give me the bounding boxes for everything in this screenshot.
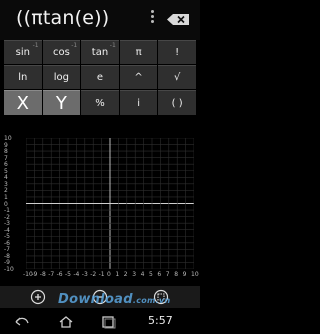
x-variable-key[interactable]: X	[4, 90, 42, 115]
key-label: e	[96, 72, 104, 83]
key-label: π	[135, 47, 142, 58]
function-keypad: sin -1 cos -1 tan -1 π ! ln log e ^ √ X Y %…	[4, 40, 196, 116]
x-tick-label: -9	[31, 271, 38, 278]
x-tick-label: -5	[65, 271, 71, 278]
watermark-suffix: .com.vn	[132, 296, 171, 305]
x-tick-label: 1	[115, 271, 120, 278]
x-tick-label: 8	[174, 271, 179, 278]
key-label: ( )	[171, 97, 183, 109]
x-tick-label: 5	[149, 271, 153, 278]
percent-key[interactable]: %	[81, 90, 119, 115]
inverse-marker: -1	[109, 42, 116, 49]
x-tick-label: 9	[182, 271, 187, 278]
x-tick-label: 4	[140, 271, 145, 278]
x-tick-label: 3	[132, 271, 137, 278]
parentheses-key[interactable]: ( )	[158, 90, 196, 115]
keypad-row-vars: X Y % i ( )	[4, 90, 196, 115]
key-label: cos	[52, 47, 70, 58]
backspace-icon[interactable]	[167, 14, 189, 25]
x-tick-label: 6	[157, 271, 162, 278]
x-tick-label: -7	[48, 271, 55, 278]
watermark-text: Download	[58, 292, 133, 307]
ln-key[interactable]: ln	[4, 65, 42, 89]
key-label: Y	[55, 92, 67, 114]
cos-key[interactable]: cos -1	[42, 40, 81, 64]
x-tick-label: -8	[39, 271, 46, 278]
sqrt-key[interactable]: √	[158, 65, 196, 89]
x-tick-label: 10	[191, 271, 199, 278]
key-label: tan	[91, 47, 109, 58]
key-label: X	[16, 92, 29, 114]
imaginary-key[interactable]: i	[119, 90, 158, 115]
x-tick-label: -6	[56, 271, 63, 278]
x-tick-label: 0	[107, 271, 111, 278]
log-key[interactable]: log	[42, 65, 81, 89]
key-label: ln	[18, 72, 28, 83]
recent-apps-icon[interactable]	[100, 315, 116, 329]
power-key[interactable]: ^	[119, 65, 158, 89]
key-label: sin	[15, 47, 30, 58]
keypad-row-log: ln log e ^ √	[4, 65, 196, 89]
e-key[interactable]: e	[81, 65, 119, 89]
key-label: !	[175, 47, 180, 58]
key-label: log	[53, 72, 70, 83]
x-tick-label: 2	[123, 271, 128, 278]
x-tick-label: -1	[98, 271, 105, 278]
key-label: %	[95, 97, 105, 109]
keypad-row-trig: sin -1 cos -1 tan -1 π !	[4, 40, 196, 64]
back-icon[interactable]	[14, 315, 30, 329]
status-time: 5:57	[148, 314, 173, 327]
tan-key[interactable]: tan -1	[81, 40, 119, 64]
inverse-marker: -1	[71, 42, 78, 49]
x-tick-label: -4	[73, 271, 80, 278]
home-icon[interactable]	[58, 315, 74, 329]
y-variable-key[interactable]: Y	[42, 90, 81, 115]
graph-panel[interactable]: 10 9 8 7 6 5 4 3 2 1 0 -1 -2 -3 -4 -5 -6 -7 -8 -9 -10 -10 -9-…	[0, 135, 200, 284]
key-label: ^	[134, 72, 143, 83]
sin-key[interactable]: sin -1	[4, 40, 42, 64]
x-tick-label: -3	[81, 271, 88, 278]
inverse-marker: -1	[32, 42, 39, 49]
navigation-bar: 5:57	[0, 310, 200, 334]
key-label: i	[137, 97, 140, 109]
display-panel: ((πtan(e))	[0, 0, 200, 40]
graph-grid[interactable]	[26, 138, 194, 269]
key-label: √	[173, 72, 181, 83]
factorial-key[interactable]: !	[158, 40, 196, 64]
pi-key[interactable]: π	[119, 40, 158, 64]
x-tick-label: -2	[90, 271, 97, 278]
zoom-in-icon[interactable]	[30, 289, 46, 305]
watermark: Download.com.vn	[58, 292, 171, 307]
overflow-menu-icon[interactable]	[150, 10, 156, 28]
expression-display[interactable]: ((πtan(e))	[16, 7, 109, 29]
x-axis-labels: -10 -9 -8 -7 -6 -5 -4 -3 -2 -1 0 1 2 3 4 5 6 7 8 9 10	[0, 271, 200, 281]
y-axis-labels: 10 9 8 7 6 5 4 3 2 1 0 -1 -2 -3 -4 -5 -6 -7 -8 -9 -10	[4, 135, 24, 273]
x-tick-label: 7	[165, 271, 170, 278]
